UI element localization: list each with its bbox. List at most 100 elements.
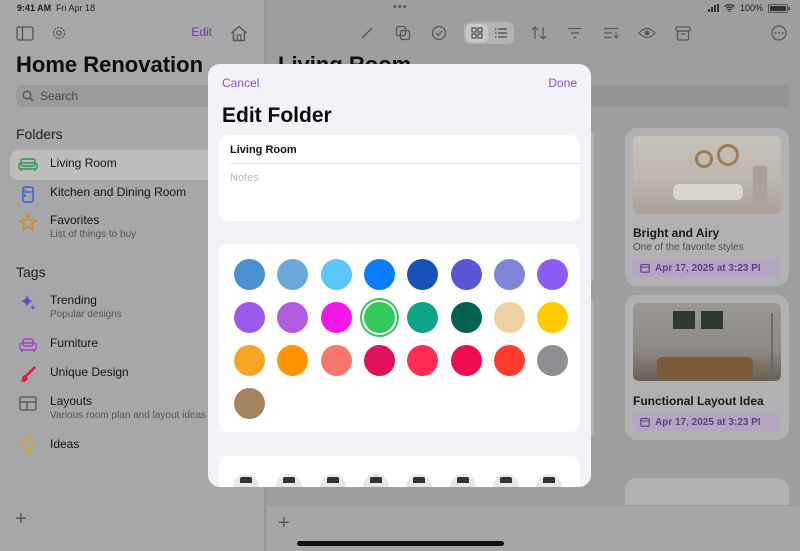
card-title: Functional Layout Idea [633, 394, 764, 408]
color-swatch[interactable] [234, 302, 265, 333]
sort-arrows-icon[interactable] [528, 22, 550, 44]
calendar-icon [640, 263, 650, 273]
list-view-icon[interactable] [490, 24, 512, 42]
color-swatch[interactable] [277, 259, 309, 290]
color-swatch[interactable] [493, 345, 525, 376]
color-swatch[interactable] [363, 345, 395, 376]
status-date: Fri Apr 18 [56, 3, 96, 13]
add-note-plus-icon[interactable]: + [278, 512, 290, 535]
home-indicator[interactable] [297, 541, 504, 546]
folder-fields-group: Living Room Notes [219, 135, 580, 221]
sidebar-item-subtitle: Various room plan and layout ideas [50, 410, 207, 421]
note-card-bright-airy[interactable]: Bright and Airy One of the favorite styl… [625, 128, 789, 286]
sheet-title: Edit Folder [222, 104, 332, 127]
sidebar-item-label: Layouts [50, 394, 93, 408]
note-card-functional-layout[interactable]: Functional Layout Idea Apr 17, 2025 at 3… [625, 295, 789, 440]
color-swatch-selected[interactable] [363, 302, 395, 333]
sidebar-item-label: Kitchen and Dining Room [50, 185, 187, 199]
sidebar-item-label: Ideas [50, 437, 80, 451]
tray-icon[interactable] [233, 474, 259, 487]
status-bar: 9:41 AM Fri Apr 18 ••• 100% [0, 0, 800, 16]
battery-icon [768, 3, 790, 13]
color-swatch[interactable] [363, 259, 395, 290]
calendar-icon [640, 417, 650, 427]
sidebar-toggle-icon[interactable] [14, 22, 36, 44]
more-ellipsis-icon[interactable] [768, 22, 790, 44]
color-swatch[interactable] [537, 302, 569, 333]
sidebar-item-subtitle: List of things to buy [50, 229, 137, 240]
pencil-icon[interactable] [356, 22, 378, 44]
cancel-button[interactable]: Cancel [222, 76, 259, 90]
pencil-icon[interactable] [492, 474, 519, 487]
done-button[interactable]: Done [548, 76, 577, 90]
fridge-icon [18, 185, 38, 203]
scissors-icon[interactable] [536, 474, 563, 487]
archive-icon[interactable] [362, 474, 389, 487]
color-swatch[interactable] [320, 302, 352, 333]
archive-box-icon[interactable] [672, 22, 694, 44]
color-swatch[interactable] [277, 302, 309, 333]
tags-header[interactable]: Tags [16, 264, 46, 280]
extra-badge[interactable] [760, 259, 780, 277]
color-swatch[interactable] [537, 345, 569, 376]
sidebar-title: Home Renovation [16, 52, 204, 77]
color-swatch[interactable] [320, 259, 352, 290]
folder-name-field[interactable]: Living Room [230, 144, 297, 156]
sidebar-item-label: Trending [50, 293, 97, 307]
filter-icon[interactable] [564, 22, 586, 44]
cellular-signal-icon [707, 4, 719, 12]
color-swatch[interactable] [537, 259, 569, 290]
color-swatch[interactable] [277, 345, 309, 376]
search-icon [22, 90, 34, 102]
color-swatch[interactable] [234, 259, 265, 290]
sidebar-item-subtitle: Popular designs [50, 309, 122, 320]
color-swatch[interactable] [407, 259, 439, 290]
star-icon [18, 213, 38, 231]
color-swatch[interactable] [450, 302, 482, 333]
color-swatch[interactable] [234, 345, 265, 376]
trash-icon[interactable] [449, 474, 476, 487]
sidebar-item-label: Favorites [50, 213, 100, 227]
grid-layout-icon [18, 394, 38, 412]
view-mode-toggle[interactable] [464, 22, 514, 44]
color-swatch[interactable] [450, 345, 482, 376]
sparkles-icon [18, 293, 38, 311]
card-subtitle: One of the favorite styles [633, 242, 744, 253]
edit-folder-sheet: Cancel Done Edit Folder Living Room Note… [208, 64, 591, 487]
sidebar-item-label: Living Room [50, 156, 117, 170]
color-swatch[interactable] [450, 259, 482, 290]
extra-badge[interactable] [760, 413, 780, 431]
multitasking-dots[interactable]: ••• [393, 1, 408, 13]
grid-view-icon[interactable] [466, 24, 488, 42]
tag-icon[interactable] [319, 474, 346, 487]
color-picker-grid [219, 244, 580, 432]
move-to-list-icon[interactable] [600, 22, 622, 44]
checkmark-circle-icon[interactable] [428, 22, 450, 44]
tray-full-icon[interactable] [406, 474, 433, 487]
notes-field[interactable]: Notes [230, 172, 259, 184]
settings-gear-icon[interactable] [48, 22, 70, 44]
color-swatch[interactable] [407, 345, 439, 376]
eye-icon[interactable] [636, 22, 658, 44]
lightbulb-icon [18, 437, 38, 455]
field-divider [230, 163, 580, 164]
duplicate-icon[interactable] [392, 22, 414, 44]
sidebar-toolbar: Edit [14, 22, 250, 44]
add-folder-plus-icon[interactable]: + [15, 508, 27, 531]
date-badge[interactable]: Apr 17, 2025 at 3:23 PM [633, 413, 774, 431]
sidebar-item-label: Unique Design [50, 365, 129, 379]
color-swatch[interactable] [493, 302, 525, 333]
folders-header[interactable]: Folders [16, 126, 63, 142]
color-swatch[interactable] [493, 259, 525, 290]
color-swatch[interactable] [320, 345, 352, 376]
home-icon[interactable] [228, 22, 250, 44]
status-time: 9:41 AM [17, 3, 52, 13]
edit-button[interactable]: Edit [191, 25, 212, 39]
color-swatch[interactable] [234, 388, 265, 419]
armchair-icon [18, 336, 38, 354]
sidebar-item-label: Furniture [50, 336, 99, 350]
date-badge[interactable]: Apr 17, 2025 at 3:23 PM [633, 259, 774, 277]
color-swatch[interactable] [407, 302, 439, 333]
folder-icon[interactable] [276, 474, 303, 487]
search-placeholder: Search [40, 89, 79, 103]
